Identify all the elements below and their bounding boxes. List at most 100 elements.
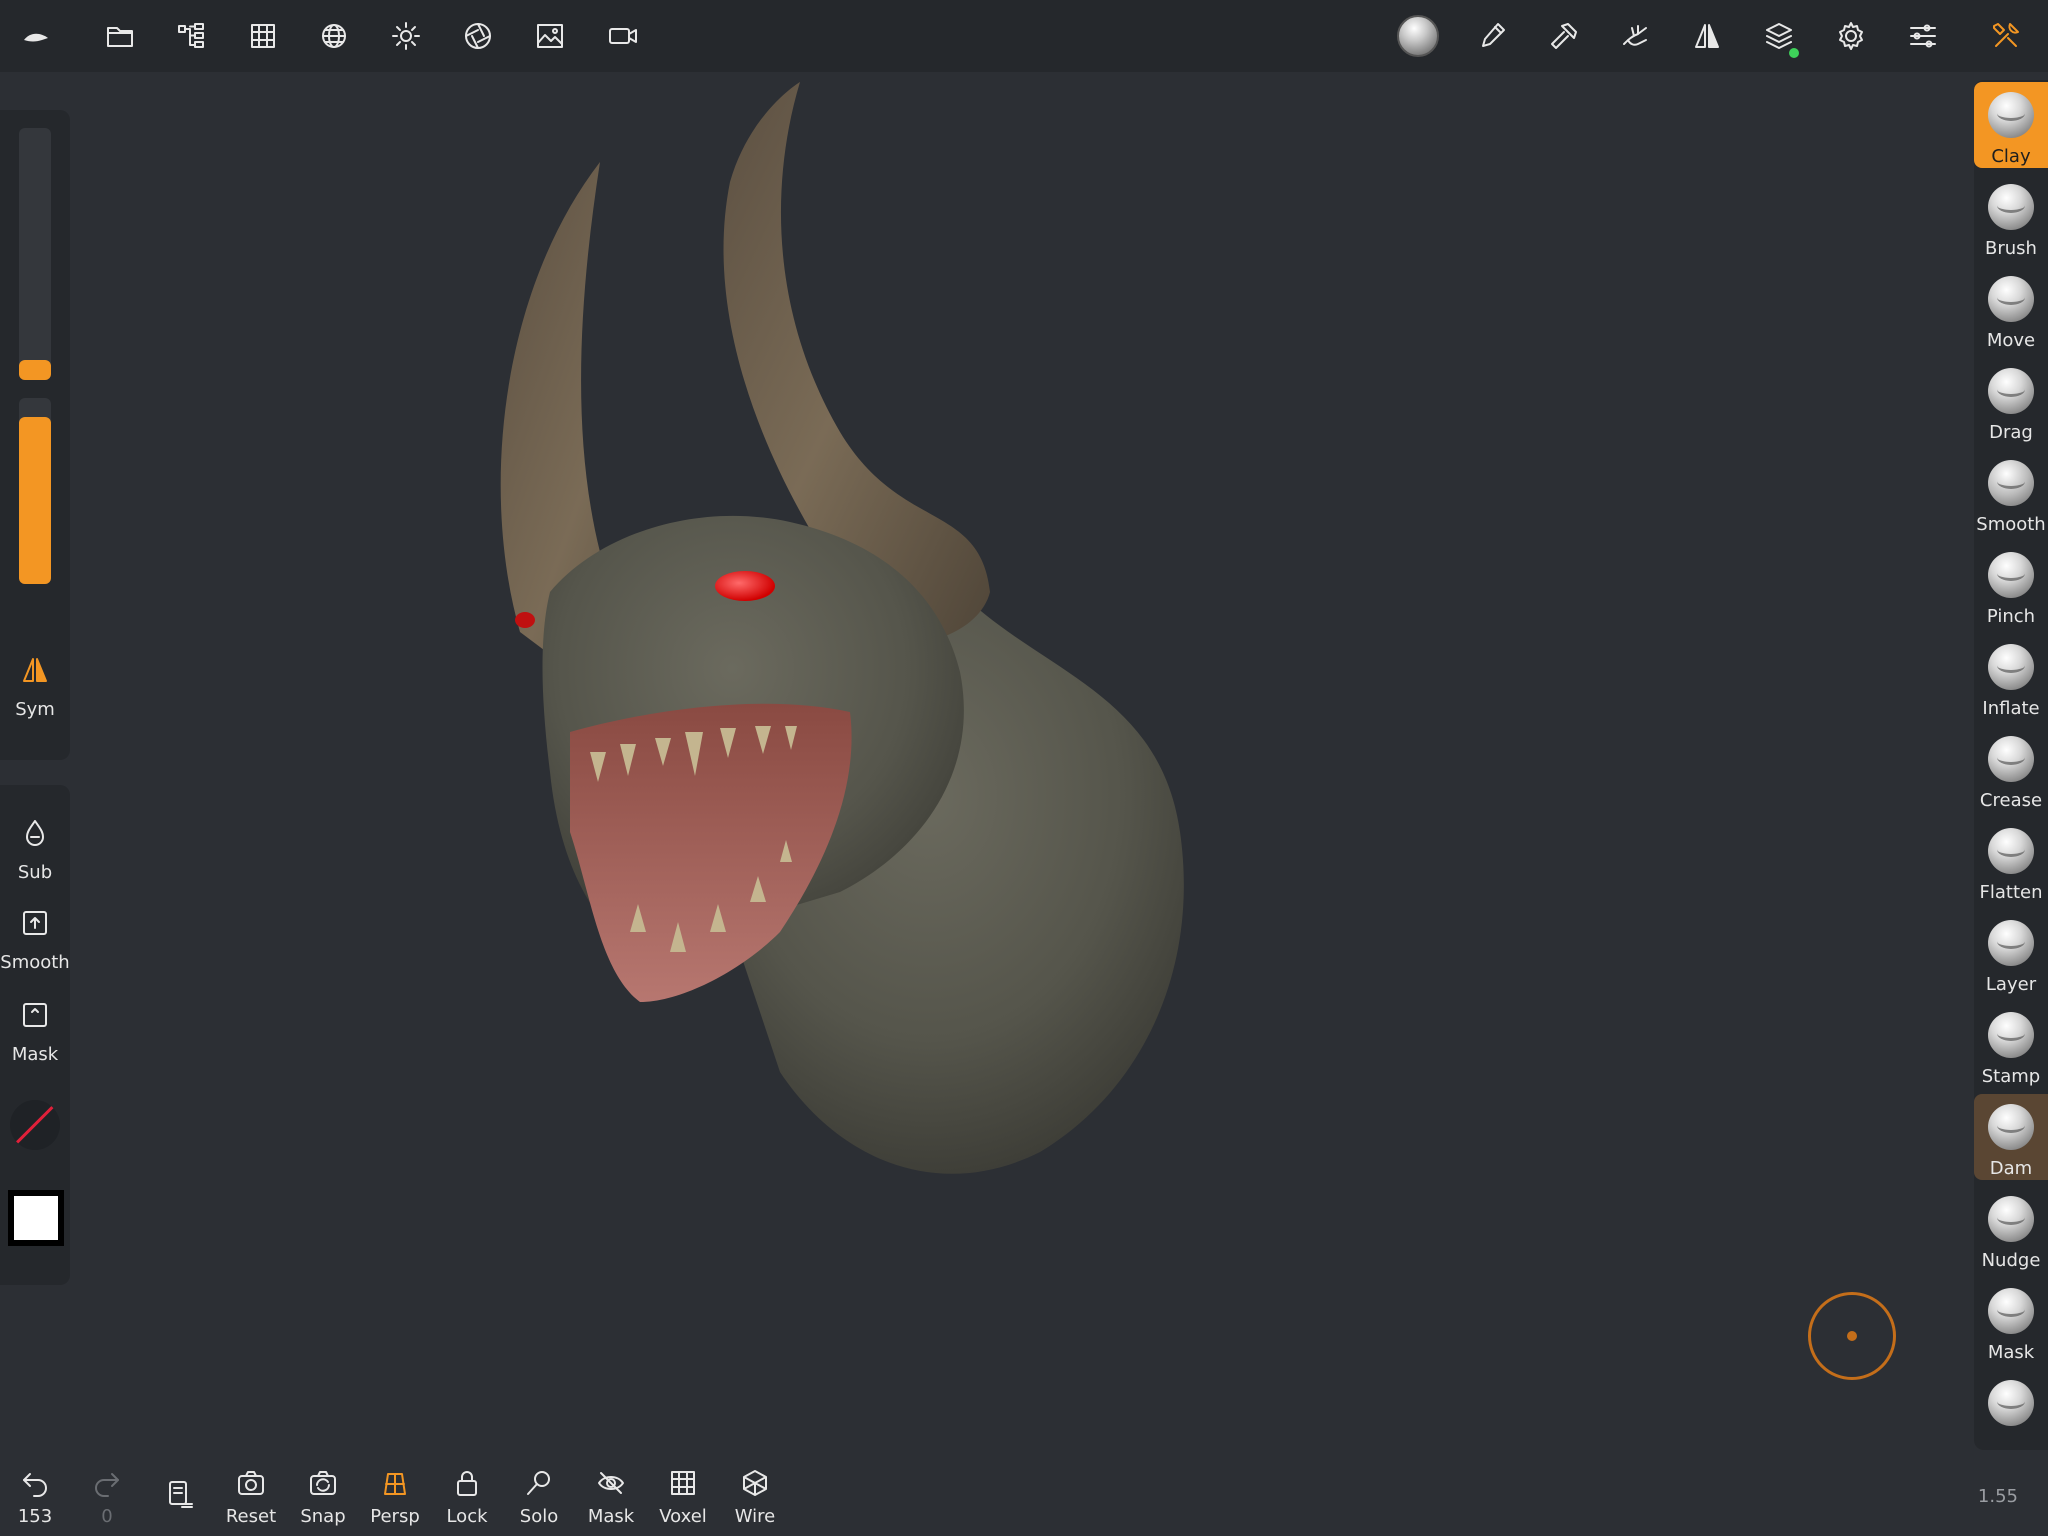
nudge-brush-icon: [1988, 1196, 2034, 1242]
brush-nudge[interactable]: Nudge: [1974, 1186, 2048, 1272]
snap-button[interactable]: Snap: [288, 1468, 358, 1527]
logo-icon[interactable]: [14, 14, 58, 58]
hand-icon[interactable]: [1614, 14, 1658, 58]
move-brush-icon: [1988, 276, 2034, 322]
undo-button[interactable]: 153: [0, 1468, 70, 1527]
solo-button[interactable]: Solo: [504, 1468, 574, 1527]
brush-stamp[interactable]: Stamp: [1974, 1002, 2048, 1088]
voxel-label: Voxel: [659, 1506, 707, 1527]
aperture-icon[interactable]: [456, 14, 500, 58]
scene-tree-icon[interactable]: [170, 14, 214, 58]
sliders-icon[interactable]: [1901, 14, 1945, 58]
smooth-label: Smooth: [0, 952, 70, 973]
grid-icon: [671, 1471, 695, 1495]
brush-label: Stamp: [1981, 1066, 2041, 1087]
redo-count: 0: [101, 1506, 113, 1527]
mask-toggle-label: Mask: [587, 1506, 635, 1527]
bottom-toolbar: 153 0 Reset Snap Persp Lock Solo Mask Vo…: [0, 1460, 2048, 1536]
brush-selmask[interactable]: [1974, 1370, 2048, 1450]
radius-slider-fill: [19, 360, 51, 380]
brush-drag[interactable]: Drag: [1974, 358, 2048, 444]
brush-label: Drag: [1989, 422, 2033, 443]
brush-label: Clay: [1991, 146, 2031, 167]
zoom-readout: 1.55: [1977, 1486, 2018, 1507]
layers-icon[interactable]: [1757, 14, 1801, 58]
color-swatch[interactable]: [8, 1190, 64, 1246]
sym-label: Sym: [15, 699, 55, 720]
eye-off-icon: [598, 1472, 624, 1494]
mask-shortcut-button[interactable]: Mask: [0, 1000, 70, 1065]
upload-box-icon: [23, 911, 47, 935]
pivot-gizmo[interactable]: [1808, 1292, 1896, 1380]
brush-dam[interactable]: Dam: [1974, 1094, 2048, 1180]
brush-label: Pinch: [1986, 606, 2036, 627]
hammer-icon[interactable]: [1542, 14, 1586, 58]
sub-label: Sub: [17, 862, 53, 883]
flatten-brush-icon: [1988, 828, 2034, 874]
drop-minus-icon: [26, 820, 44, 846]
search-icon: [527, 1471, 550, 1495]
brush-smooth[interactable]: Smooth: [1974, 450, 2048, 536]
mask-toggle-button[interactable]: Mask: [576, 1468, 646, 1527]
brush-mask[interactable]: Mask: [1974, 1278, 2048, 1364]
lock-button[interactable]: Lock: [432, 1468, 502, 1527]
intensity-slider[interactable]: [19, 398, 51, 584]
brush-label: Layer: [1985, 974, 2037, 995]
brush-flatten[interactable]: Flatten: [1974, 818, 2048, 904]
sphere-mesh-icon[interactable]: [312, 14, 356, 58]
pinch-brush-icon: [1988, 552, 2034, 598]
reset-button[interactable]: Reset: [216, 1468, 286, 1527]
alpha-swatch[interactable]: [10, 1100, 60, 1150]
mask-brush-icon: [1988, 1288, 2034, 1334]
smooth-shortcut-button[interactable]: Smooth: [0, 908, 70, 973]
brush-label: Dam: [1989, 1158, 2033, 1179]
inflate-brush-icon: [1988, 644, 2034, 690]
camera-reset-icon: [238, 1471, 264, 1495]
history-button[interactable]: [144, 1478, 214, 1512]
wire-button[interactable]: Wire: [720, 1468, 790, 1527]
stamp-brush-icon: [1988, 1012, 2034, 1058]
reset-label: Reset: [225, 1506, 277, 1527]
undo-count: 153: [17, 1506, 53, 1527]
brush-brush[interactable]: Brush: [1974, 174, 2048, 260]
brush-crease[interactable]: Crease: [1974, 726, 2048, 812]
top-toolbar: [0, 0, 2048, 72]
material-icon[interactable]: [1396, 14, 1440, 58]
tools-icon[interactable]: [1984, 14, 2028, 58]
intensity-slider-fill: [19, 417, 51, 584]
camera-icon[interactable]: [601, 14, 645, 58]
light-icon[interactable]: [384, 14, 428, 58]
left-options-panel: Sub Smooth Mask: [0, 785, 70, 1285]
folder-icon[interactable]: [98, 14, 142, 58]
persp-button[interactable]: Persp: [360, 1468, 430, 1527]
paint-icon[interactable]: [1470, 14, 1514, 58]
sub-button[interactable]: Sub: [0, 818, 70, 883]
voxel-button[interactable]: Voxel: [648, 1468, 718, 1527]
symmetry-icon[interactable]: [1685, 14, 1729, 58]
lock-icon: [457, 1471, 477, 1496]
brush-layer[interactable]: Layer: [1974, 910, 2048, 996]
left-tool-panel: Sym: [0, 110, 70, 760]
3d-viewport[interactable]: [80, 72, 1960, 1460]
redo-button[interactable]: 0: [72, 1468, 142, 1527]
sym-button[interactable]: Sym: [0, 655, 70, 720]
brush-pinch[interactable]: Pinch: [1974, 542, 2048, 628]
brush-clay[interactable]: Clay: [1974, 82, 2048, 168]
status-dot: [1789, 48, 1799, 58]
grid-icon[interactable]: [241, 14, 285, 58]
mask-box-icon: [23, 1003, 47, 1027]
symmetry-icon: [23, 658, 47, 682]
undo-icon: [23, 1473, 47, 1497]
persp-label: Persp: [370, 1506, 420, 1527]
brush-label: Inflate: [1982, 698, 2040, 719]
brush-label: Crease: [1979, 790, 2043, 811]
brush-inflate[interactable]: Inflate: [1974, 634, 2048, 720]
brush-label: Move: [1986, 330, 2036, 351]
gear-icon[interactable]: [1829, 14, 1873, 58]
perspective-icon: [384, 1473, 406, 1495]
brush-move[interactable]: Move: [1974, 266, 2048, 352]
radius-slider[interactable]: [19, 128, 51, 380]
image-icon[interactable]: [528, 14, 572, 58]
solo-label: Solo: [519, 1506, 559, 1527]
selmask-brush-icon: [1988, 1380, 2034, 1426]
